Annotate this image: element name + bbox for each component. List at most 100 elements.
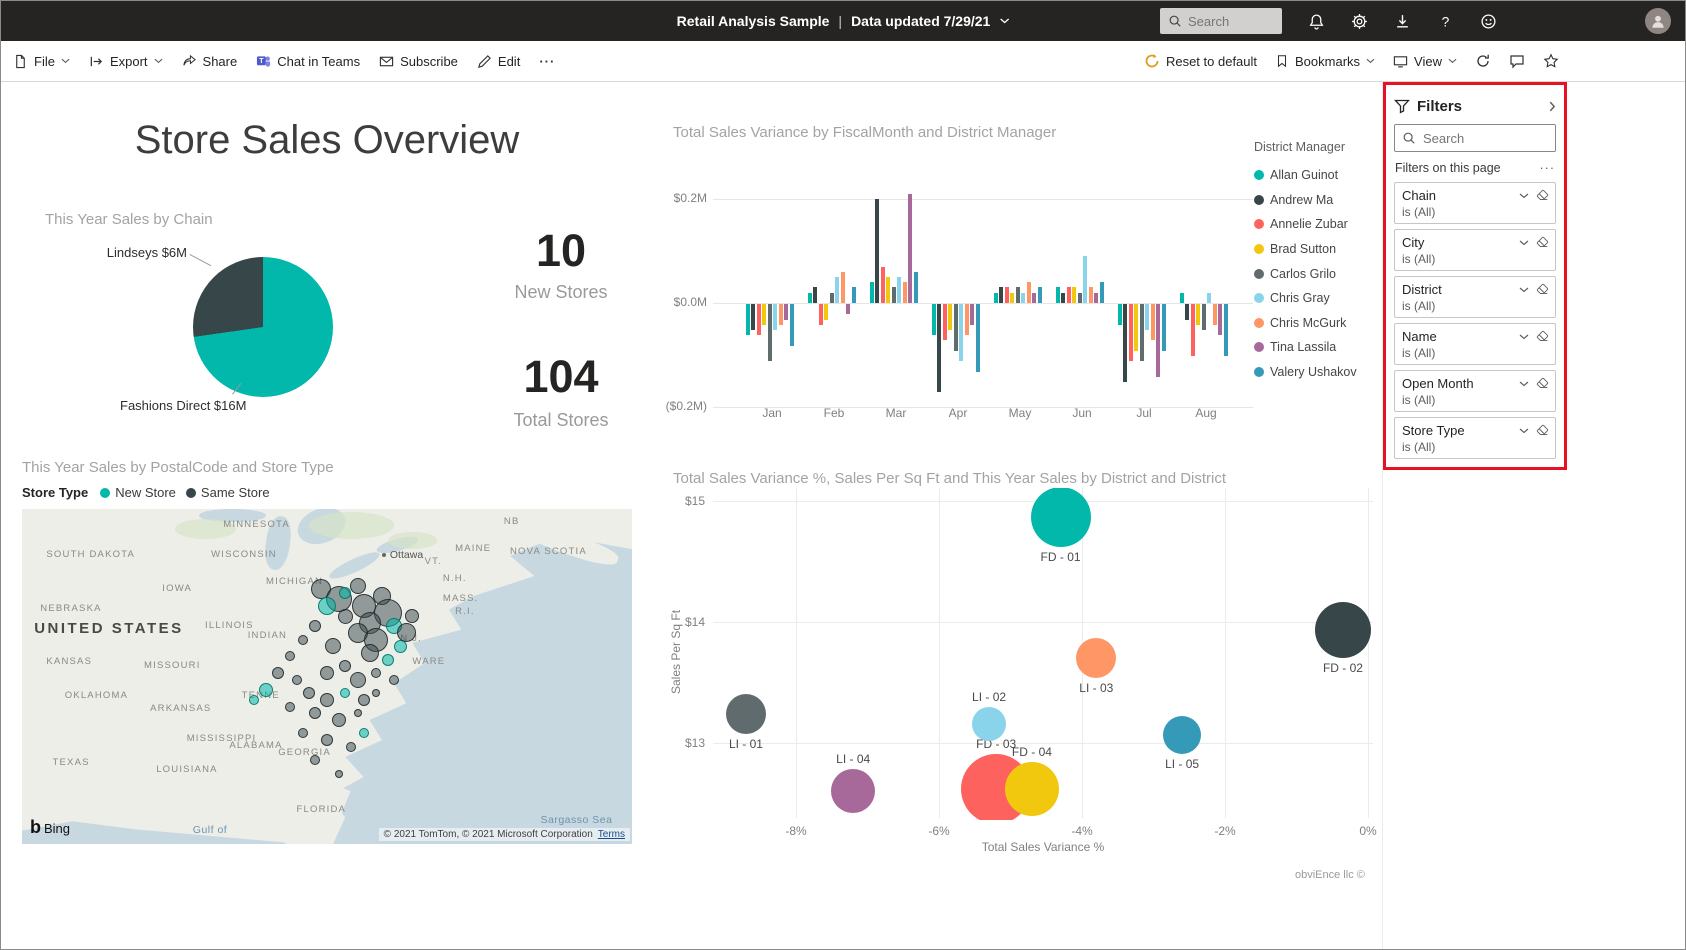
bar-Apr-0[interactable] [931, 304, 936, 335]
bar-Mar-1[interactable] [875, 199, 879, 303]
bar-Apr-4[interactable] [953, 304, 958, 351]
subscribe-button[interactable]: Subscribe [379, 54, 458, 69]
bar-May-8[interactable] [1037, 287, 1042, 303]
legend-item[interactable]: Annelie Zubar [1254, 212, 1380, 237]
eraser-icon[interactable] [1536, 377, 1549, 390]
bar-Jun-6[interactable] [1088, 287, 1093, 303]
legend-item[interactable]: Valery Ushakov [1254, 360, 1380, 385]
bar-Feb-1[interactable] [813, 287, 817, 303]
bar-Apr-5[interactable] [959, 304, 963, 361]
scatter-bubble-LI-04[interactable] [831, 769, 876, 814]
comments-icon[interactable] [1509, 53, 1525, 69]
map-bubble[interactable] [337, 608, 353, 624]
bar-May-5[interactable] [1021, 293, 1025, 303]
map-terms-link[interactable]: Terms [598, 829, 625, 840]
bar-Jul-2[interactable] [1128, 304, 1133, 361]
map-bubble[interactable] [371, 689, 380, 698]
map-bubble[interactable] [272, 667, 285, 680]
bar-Aug-1[interactable] [1185, 304, 1189, 320]
bar-Feb-4[interactable] [829, 293, 834, 303]
bar-Feb-6[interactable] [840, 272, 845, 303]
bar-Feb-0[interactable] [807, 293, 812, 303]
map-bubble[interactable] [308, 707, 321, 720]
eraser-icon[interactable] [1536, 236, 1549, 249]
bar-Jul-1[interactable] [1123, 304, 1127, 382]
refresh-icon[interactable] [1475, 53, 1491, 69]
bar-Jun-3[interactable] [1072, 287, 1076, 303]
map-bubble[interactable] [332, 713, 347, 728]
bar-Jan-5[interactable] [773, 304, 777, 330]
bar-Aug-2[interactable] [1190, 304, 1195, 356]
chevron-down-icon[interactable] [1519, 287, 1529, 293]
more-options-button[interactable]: ··· [539, 54, 555, 69]
map-bubble[interactable] [382, 653, 394, 666]
bar-Mar-8[interactable] [913, 272, 918, 303]
bar-Jul-6[interactable] [1150, 304, 1155, 340]
bar-Aug-3[interactable] [1196, 304, 1200, 325]
map-bubble[interactable] [259, 682, 273, 697]
download-icon[interactable] [1394, 13, 1411, 30]
favorite-star-icon[interactable] [1543, 53, 1559, 69]
filter-card-open-month[interactable]: Open Month is (All) [1394, 370, 1556, 412]
scatter-bubble-LI-02[interactable] [972, 706, 1007, 741]
scatter-bubble-FD-04[interactable] [1004, 761, 1059, 816]
eraser-icon[interactable] [1536, 330, 1549, 343]
bar-Mar-4[interactable] [891, 287, 896, 303]
bar-Jan-8[interactable] [789, 304, 794, 346]
map-bubble[interactable] [325, 638, 342, 655]
legend-item[interactable]: Carlos Grilo [1254, 261, 1380, 286]
map-bubble[interactable] [389, 674, 400, 685]
map-bubble[interactable] [308, 620, 321, 633]
kpi-total-stores-value[interactable]: 104 [461, 354, 661, 399]
reset-to-default-button[interactable]: Reset to default [1144, 53, 1257, 69]
bar-Apr-1[interactable] [937, 304, 941, 392]
map-bubble[interactable] [358, 728, 369, 739]
legend-item[interactable]: Same Store [185, 485, 270, 500]
bar-Mar-2[interactable] [880, 267, 885, 303]
map-bubble[interactable] [321, 734, 333, 747]
settings-gear-icon[interactable] [1351, 13, 1368, 30]
bing-logo[interactable]: b Bing [30, 817, 70, 838]
map-bubble[interactable] [349, 671, 366, 688]
bar-Jan-2[interactable] [756, 304, 761, 335]
map-bubble[interactable] [320, 692, 334, 707]
feedback-smiley-icon[interactable] [1480, 13, 1497, 30]
map-bubble[interactable] [396, 623, 416, 643]
bar-Feb-3[interactable] [824, 304, 828, 320]
legend-item[interactable]: Chris McGurk [1254, 311, 1380, 336]
bar-Jan-7[interactable] [784, 304, 788, 320]
bar-Jul-0[interactable] [1117, 304, 1122, 325]
bar-Jun-8[interactable] [1099, 282, 1104, 303]
eraser-icon[interactable] [1536, 424, 1549, 437]
scatter-bubble-LI-03[interactable] [1076, 638, 1117, 679]
bar-Feb-2[interactable] [818, 304, 823, 325]
bar-Jul-3[interactable] [1134, 304, 1138, 351]
help-icon[interactable]: ? [1437, 13, 1454, 30]
bar-Jun-0[interactable] [1055, 287, 1060, 303]
bar-Aug-7[interactable] [1218, 304, 1222, 335]
legend-item[interactable]: Tina Lassila [1254, 335, 1380, 360]
bar-Aug-8[interactable] [1223, 304, 1228, 356]
eraser-icon[interactable] [1536, 283, 1549, 296]
scatter-bubble-LI-01[interactable] [725, 693, 766, 734]
bar-Apr-2[interactable] [942, 304, 947, 340]
map-bubble[interactable] [360, 644, 379, 663]
bar-May-2[interactable] [1004, 287, 1009, 303]
bar-May-1[interactable] [999, 287, 1003, 303]
map-bubble[interactable] [285, 651, 296, 662]
bar-Mar-5[interactable] [897, 277, 901, 303]
bar-May-6[interactable] [1026, 282, 1031, 303]
filters-more-options[interactable]: ··· [1540, 161, 1556, 175]
legend-item[interactable]: Allan Guinot [1254, 163, 1380, 188]
map-bubble[interactable] [357, 693, 370, 706]
map-bubble[interactable] [353, 709, 362, 718]
bar-Jul-5[interactable] [1145, 304, 1149, 330]
bar-Jan-4[interactable] [767, 304, 772, 361]
view-menu[interactable]: View [1393, 54, 1457, 69]
chevron-down-icon[interactable] [1519, 193, 1529, 199]
pie-chart[interactable] [193, 257, 333, 397]
legend-item[interactable]: Chris Gray [1254, 286, 1380, 311]
filter-card-name[interactable]: Name is (All) [1394, 323, 1556, 365]
filter-card-chain[interactable]: Chain is (All) [1394, 182, 1556, 224]
bar-Feb-8[interactable] [851, 287, 856, 303]
